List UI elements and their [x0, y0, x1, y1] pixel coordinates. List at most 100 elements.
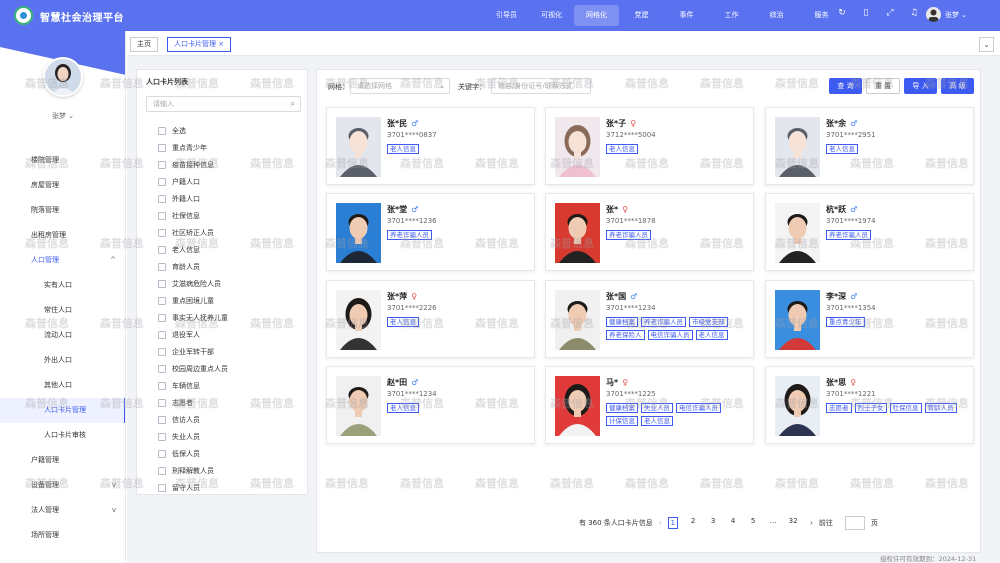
nav-item[interactable]: 引导员 [484, 0, 529, 31]
sidebar-item[interactable]: 其他人口 [0, 373, 125, 398]
checkbox[interactable] [158, 313, 166, 322]
checkbox-item[interactable]: 事实无人抚养儿童 [158, 309, 228, 326]
advanced-button[interactable]: 高 级 [941, 78, 974, 94]
person-card[interactable]: 张*国 ♂ 3701****1234 健康档案 养老诈骗人员 市级党支部 养老保险人 电信诈骗… [545, 280, 754, 358]
sidebar-item[interactable]: 外出人口 [0, 348, 125, 373]
checkbox[interactable] [158, 415, 166, 424]
mobile-icon[interactable]: ▯ [860, 8, 872, 18]
checkbox-item[interactable]: 刑释解教人员 [158, 462, 228, 479]
checkbox-item[interactable]: 低保人员 [158, 445, 228, 462]
page-button[interactable]: … [768, 517, 778, 529]
bell-icon[interactable]: ♫ [908, 8, 920, 18]
sidebar-item[interactable]: 房屋管理 [0, 173, 125, 198]
person-card[interactable]: 马* ♀ 3701****1225 健康档案 失业人员 电信诈骗人员 计保信息 老人信息 [545, 366, 754, 444]
page-button[interactable]: 5 [748, 517, 758, 529]
checkbox[interactable] [158, 160, 166, 169]
checkbox[interactable] [158, 211, 166, 220]
page-button[interactable]: 4 [728, 517, 738, 529]
checkbox[interactable] [158, 245, 166, 254]
checkbox-item[interactable]: 重点青少年 [158, 139, 228, 156]
profile-name[interactable]: 张梦 ⌄ [0, 111, 125, 121]
next-page-button[interactable]: › [810, 519, 813, 527]
checkbox-item[interactable]: 育龄人员 [158, 258, 228, 275]
chevron-down-icon[interactable]: ⌄ [979, 37, 994, 52]
nav-item[interactable]: 工作 [709, 0, 754, 31]
checkbox-item[interactable]: 重点困境儿童 [158, 292, 228, 309]
checkbox[interactable] [158, 381, 166, 390]
checkbox-item[interactable]: 校园周边重点人员 [158, 360, 228, 377]
sidebar-item[interactable]: 法人管理 v [0, 498, 125, 523]
checkbox-item[interactable]: 留守人员 [158, 479, 228, 494]
person-card[interactable]: 张*萍 ♀ 3701****2226 老人信息 [326, 280, 535, 358]
import-button[interactable]: 导 入 [904, 78, 937, 94]
nav-item[interactable]: 综治 [754, 0, 799, 31]
tab-current[interactable]: 人口卡片管理 × [167, 37, 232, 52]
goto-page-input[interactable] [844, 516, 865, 530]
tab-home[interactable]: 主页 [130, 37, 158, 52]
checkbox[interactable] [158, 143, 166, 152]
sidebar-item[interactable]: 人口卡片审核 [0, 423, 125, 448]
avatar[interactable] [926, 7, 941, 22]
person-card[interactable]: 张*子 ♀ 3712****5004 老人信息 [545, 107, 754, 185]
person-card[interactable]: 杭*跃 ♂ 3701****1974 养老诈骗人员 [765, 193, 974, 271]
sidebar-item[interactable]: 人口管理 ^ [0, 248, 125, 273]
checkbox-item[interactable]: 信访人员 [158, 411, 228, 428]
refresh-icon[interactable]: ↻ [836, 8, 848, 18]
query-button[interactable]: 查 询 [829, 78, 862, 94]
checkbox[interactable] [158, 262, 166, 271]
checkbox[interactable] [158, 398, 166, 407]
prev-page-button[interactable]: ‹ [659, 519, 662, 527]
nav-item[interactable]: 事件 [664, 0, 709, 31]
checkbox-item[interactable]: 车辆信息 [158, 377, 228, 394]
person-card[interactable]: 张* ♀ 3701****1878 养老诈骗人员 [545, 193, 754, 271]
checkbox[interactable] [158, 432, 166, 441]
sidebar-item[interactable]: 院落管理 [0, 198, 125, 223]
checkbox[interactable] [158, 347, 166, 356]
sidebar-item[interactable]: 常住人口 [0, 298, 125, 323]
sidebar-item[interactable]: 户籍管理 [0, 448, 125, 473]
sidebar-item[interactable]: 场所管理 [0, 523, 125, 548]
checkbox[interactable] [158, 449, 166, 458]
person-card[interactable]: 张*思 ♀ 3701****1221 志愿者 烈士子女 社保信息 育龄人员 [765, 366, 974, 444]
checkbox-item[interactable]: 志愿者 [158, 394, 228, 411]
nav-item[interactable]: 可视化 [529, 0, 574, 31]
checkbox-item[interactable]: 老人信息 [158, 241, 228, 258]
fullscreen-icon[interactable]: ⤢ [884, 8, 896, 18]
sidebar-item[interactable]: 设备管理 v [0, 473, 125, 498]
page-button[interactable]: 3 [708, 517, 718, 529]
checkbox-item[interactable]: 外籍人口 [158, 190, 228, 207]
person-card[interactable]: 张*民 ♂ 3701****0837 老人信息 [326, 107, 535, 185]
close-icon[interactable]: × [218, 40, 224, 48]
person-card[interactable]: 赵*田 ♂ 3701****1234 老人信息 [326, 366, 535, 444]
page-button[interactable]: 32 [788, 517, 798, 529]
page-button[interactable]: 1 [667, 517, 679, 529]
checkbox[interactable] [158, 364, 166, 373]
nav-item[interactable]: 网格化 [574, 5, 619, 26]
checkbox[interactable] [158, 126, 166, 135]
checkbox-item[interactable]: 失业人员 [158, 428, 228, 445]
page-button[interactable]: 2 [688, 517, 698, 529]
checkbox-item[interactable]: 社保信息 [158, 207, 228, 224]
keyword-input[interactable]: 姓名/身份证号/联系方式 [491, 78, 591, 94]
checkbox-item[interactable]: 疫苗接种信息 [158, 156, 228, 173]
sidebar-item[interactable]: 实有人口 [0, 273, 125, 298]
user-menu[interactable]: 张梦 ⌄ [945, 10, 967, 20]
person-card[interactable]: 张*堂 ♂ 3701****1236 养老诈骗人员 [326, 193, 535, 271]
checkbox[interactable] [158, 466, 166, 475]
list-search-input[interactable]: 请输入 ⌕ [146, 96, 301, 112]
checkbox-item[interactable]: 艾滋病危险人员 [158, 275, 228, 292]
person-card[interactable]: 李*深 ♂ 3701****1354 重点青少年 [765, 280, 974, 358]
checkbox-item[interactable]: 户籍人口 [158, 173, 228, 190]
checkbox[interactable] [158, 296, 166, 305]
checkbox[interactable] [158, 483, 166, 492]
sidebar-item[interactable]: 楼院管理 [0, 148, 125, 173]
person-card[interactable]: 张*余 ♂ 3701****2951 老人信息 [765, 107, 974, 185]
checkbox[interactable] [158, 194, 166, 203]
nav-item[interactable]: 党建 [619, 0, 664, 31]
checkbox-item[interactable]: 企业军转干部 [158, 343, 228, 360]
checkbox[interactable] [158, 330, 166, 339]
checkbox[interactable] [158, 279, 166, 288]
grid-select[interactable]: 请选择网格 ⌄ [350, 78, 450, 94]
checkbox-item[interactable]: 社区矫正人员 [158, 224, 228, 241]
checkbox-item[interactable]: 全选 [158, 122, 228, 139]
